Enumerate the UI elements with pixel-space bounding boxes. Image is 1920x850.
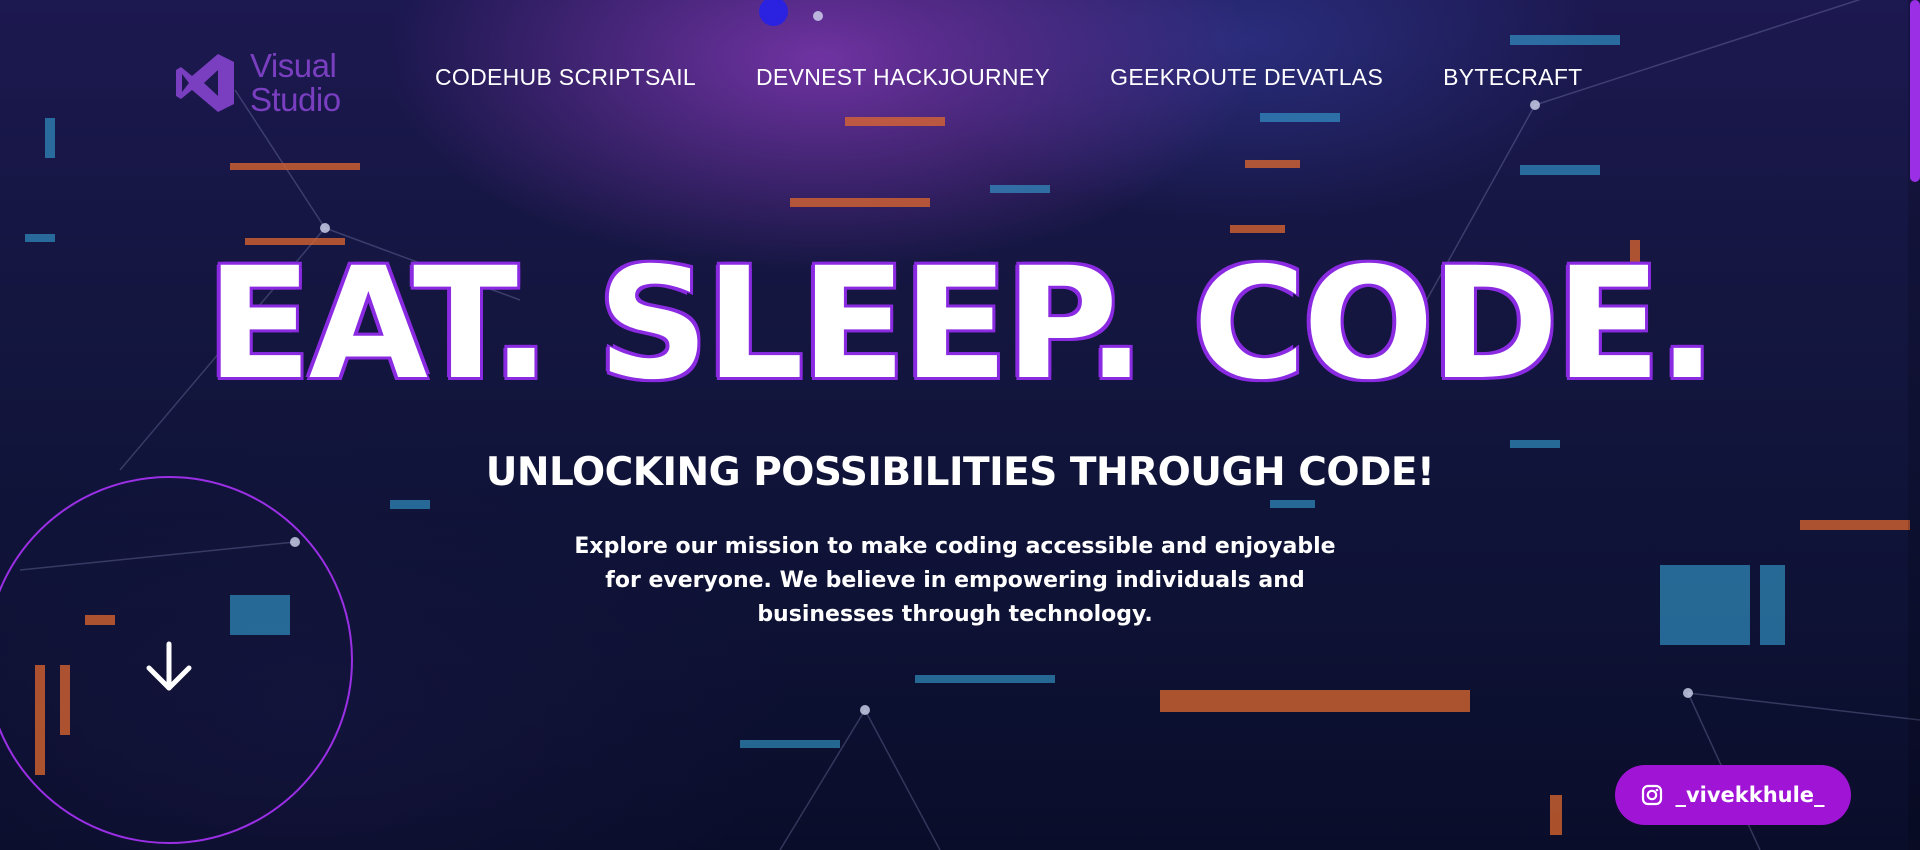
main-nav: CODEHUB SCRIPTSAIL DEVNEST HACKJOURNEY G… (435, 64, 1583, 91)
nav-link-codehub-scriptsail[interactable]: CODEHUB SCRIPTSAIL (435, 64, 696, 91)
hero-title: EAT. SLEEP. CODE. (206, 235, 1717, 414)
instagram-icon (1642, 784, 1663, 806)
instagram-handle-label: _vivekkhule_ (1675, 783, 1825, 807)
instagram-handle-button[interactable]: _vivekkhule_ (1615, 765, 1851, 825)
nav-link-devnest-hackjourney[interactable]: DEVNEST HACKJOURNEY (756, 64, 1050, 91)
nav-link-geekroute-devatlas[interactable]: GEEKROUTE DEVATLAS (1110, 64, 1383, 91)
nav-link-bytecraft[interactable]: BYTECRAFT (1443, 64, 1582, 91)
logo-text-line1: Visual (250, 47, 337, 84)
arrow-down-icon[interactable] (142, 640, 196, 694)
visual-studio-logo[interactable]: Visual Studio (174, 48, 341, 118)
visual-studio-logo-icon (176, 54, 234, 112)
logo-text: Visual Studio (250, 49, 341, 117)
logo-text-line2: Studio (250, 81, 341, 118)
hero-description: Explore our mission to make coding acces… (574, 534, 1336, 627)
scrollbar-thumb[interactable] (1910, 0, 1920, 182)
hero-subtitle: UNLOCKING POSSIBILITIES THROUGH CODE! (485, 450, 1435, 495)
